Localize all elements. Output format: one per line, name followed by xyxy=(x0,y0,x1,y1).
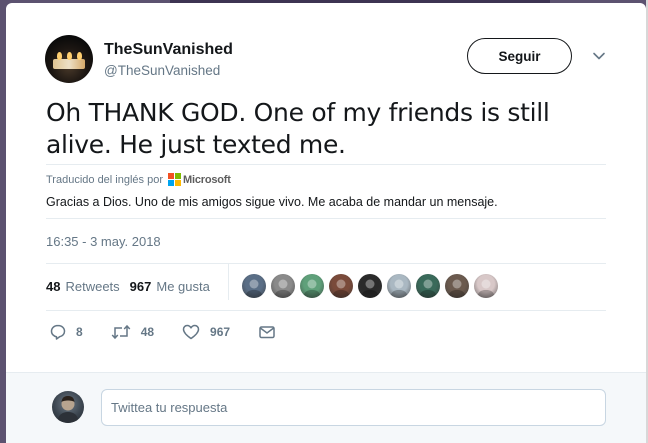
avatar-icon xyxy=(245,279,263,298)
retweets-count: 48 xyxy=(46,279,61,294)
avatar-icon xyxy=(477,279,495,298)
tweet-actions: 8 48 967 xyxy=(50,324,314,340)
like-count: 967 xyxy=(210,325,231,339)
author-handle[interactable]: @TheSunVanished xyxy=(104,63,220,78)
liker-avatars xyxy=(242,274,503,298)
reply-action[interactable]: 8 xyxy=(50,324,83,340)
retweets-label: Retweets xyxy=(65,279,120,294)
microsoft-logo-icon xyxy=(168,173,181,186)
avatar-icon xyxy=(390,279,408,298)
liker-avatar[interactable] xyxy=(445,274,469,298)
direct-message-action[interactable] xyxy=(258,324,286,340)
user-avatar[interactable] xyxy=(52,391,84,423)
heart-icon xyxy=(182,324,200,340)
likes-stat[interactable]: 967 Me gusta xyxy=(130,279,210,294)
retweet-count: 48 xyxy=(140,325,155,339)
tweet-card: TheSunVanished @TheSunVanished Seguir Oh… xyxy=(6,3,646,443)
retweet-action[interactable]: 48 xyxy=(111,324,154,340)
translation-prefix: Traducido del inglés por xyxy=(46,173,163,186)
reply-count: 8 xyxy=(76,325,83,339)
tweet-text: Oh THANK GOD. One of my friends is still… xyxy=(46,98,550,159)
stats-separator xyxy=(228,264,229,300)
tweet-stats: 48 Retweets 967 Me gusta xyxy=(46,279,220,294)
envelope-icon xyxy=(259,326,275,339)
divider xyxy=(46,164,606,165)
like-action[interactable]: 967 xyxy=(182,324,230,340)
avatar-icon xyxy=(332,279,350,298)
liker-avatar[interactable] xyxy=(416,274,440,298)
divider xyxy=(46,218,606,219)
avatar-icon xyxy=(274,279,292,298)
liker-avatar[interactable] xyxy=(271,274,295,298)
liker-avatar[interactable] xyxy=(300,274,324,298)
reply-input[interactable]: Twittea tu respuesta xyxy=(101,389,606,426)
chevron-down-icon[interactable] xyxy=(592,49,606,63)
translation-provider[interactable]: Microsoft xyxy=(183,174,231,186)
avatar-icon xyxy=(419,279,437,298)
translation-attribution: Traducido del inglés por Microsoft xyxy=(46,173,231,186)
reply-composer: Twittea tu respuesta xyxy=(6,372,646,443)
liker-avatar[interactable] xyxy=(329,274,353,298)
likes-label: Me gusta xyxy=(156,279,210,294)
retweet-icon xyxy=(111,324,131,340)
liker-avatar[interactable] xyxy=(358,274,382,298)
follow-button[interactable]: Seguir xyxy=(467,38,572,74)
liker-avatar[interactable] xyxy=(387,274,411,298)
retweets-stat[interactable]: 48 Retweets xyxy=(46,279,120,294)
avatar-icon xyxy=(303,279,321,298)
reply-placeholder: Twittea tu respuesta xyxy=(111,400,228,415)
reply-icon xyxy=(50,324,66,340)
translated-text: Gracias a Dios. Uno de mis amigos sigue … xyxy=(46,195,498,209)
user-silhouette-icon xyxy=(57,396,79,423)
avatar-icon xyxy=(448,279,466,298)
avatar-icon xyxy=(361,279,379,298)
tweet-header: TheSunVanished @TheSunVanished Seguir xyxy=(45,35,615,87)
likes-count: 967 xyxy=(129,279,152,294)
divider xyxy=(46,310,606,311)
liker-avatar[interactable] xyxy=(242,274,266,298)
liker-avatar[interactable] xyxy=(474,274,498,298)
author-avatar[interactable] xyxy=(45,35,93,83)
tweet-timestamp[interactable]: 16:35 - 3 may. 2018 xyxy=(46,234,161,249)
divider xyxy=(46,263,606,264)
avatar-candles-glow xyxy=(53,59,85,69)
author-display-name[interactable]: TheSunVanished xyxy=(104,41,233,59)
